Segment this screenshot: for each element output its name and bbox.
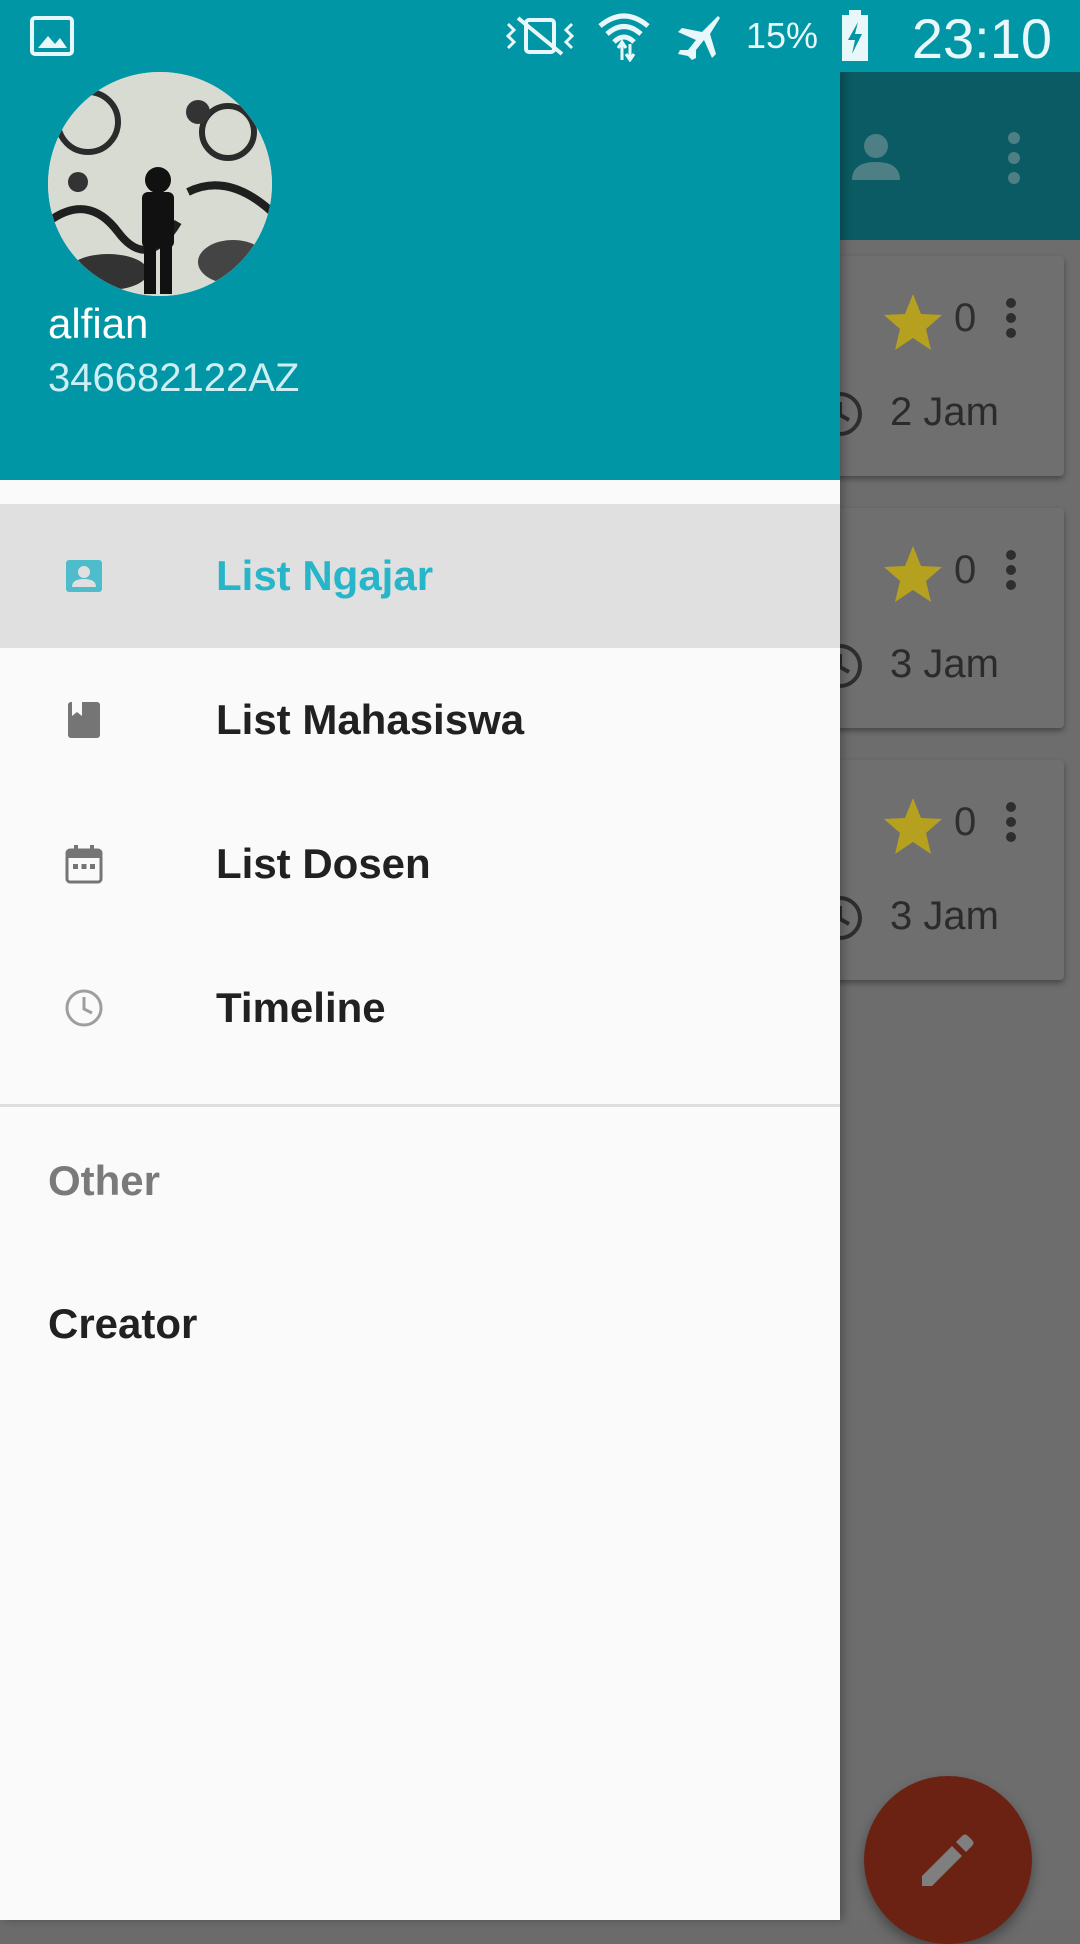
wifi-icon — [598, 13, 650, 62]
menu-item-label: Timeline — [216, 984, 386, 1031]
star-icon[interactable] — [882, 544, 944, 604]
avatar[interactable] — [48, 72, 272, 296]
post-card[interactable]: 0 2 Jam — [818, 256, 1064, 476]
calendar-icon — [65, 845, 103, 884]
person-icon[interactable] — [850, 130, 902, 182]
post-card[interactable]: 0 3 Jam — [818, 760, 1064, 980]
battery-charging-icon — [842, 10, 868, 61]
edit-pencil-icon — [922, 1834, 974, 1886]
card-menu-icon[interactable] — [1004, 802, 1018, 842]
user-name: alfian — [48, 300, 149, 347]
duration-text: 3 Jam — [890, 642, 999, 686]
drawer-header: alfian 346682122AZ — [0, 0, 840, 480]
vibrate-mute-icon — [505, 16, 575, 56]
airplane-icon — [677, 16, 720, 60]
status-bar: 15% 23:10 — [0, 0, 1080, 72]
section-title-other: Other — [48, 1157, 161, 1204]
star-icon[interactable] — [882, 292, 944, 352]
book-icon — [68, 702, 100, 738]
gallery-icon — [30, 16, 74, 56]
card-menu-icon[interactable] — [1004, 298, 1018, 338]
menu-item-label: List Dosen — [216, 840, 431, 887]
post-card[interactable]: 0 3 Jam — [818, 508, 1064, 728]
menu-item-label: List Ngajar — [216, 552, 434, 599]
menu-item-timeline[interactable]: Timeline — [0, 936, 840, 1080]
card-menu-icon[interactable] — [1004, 550, 1018, 590]
menu-item-label: List Mahasiswa — [216, 696, 525, 743]
like-count: 0 — [954, 296, 977, 340]
more-options-icon[interactable] — [1004, 132, 1024, 184]
menu-item-list-ngajar[interactable]: List Ngajar — [0, 504, 840, 648]
contact-card-icon — [66, 560, 102, 592]
navigation-drawer: alfian 346682122AZ List Ngajar List Maha… — [0, 0, 840, 1920]
divider — [0, 1104, 840, 1107]
like-count: 0 — [954, 548, 977, 592]
menu-item-list-dosen[interactable]: List Dosen — [0, 792, 840, 936]
menu-item-list-mahasiswa[interactable]: List Mahasiswa — [0, 648, 840, 792]
compose-fab[interactable] — [864, 1776, 1032, 1944]
duration-text: 2 Jam — [890, 390, 999, 434]
star-icon[interactable] — [882, 796, 944, 856]
battery-percentage: 15% — [745, 15, 818, 56]
status-clock: 23:10 — [911, 7, 1052, 70]
duration-text: 3 Jam — [890, 894, 999, 938]
menu-item-creator[interactable]: Creator — [48, 1300, 197, 1348]
avatar-photo — [48, 72, 272, 296]
like-count: 0 — [954, 800, 977, 844]
user-id: 346682122AZ — [48, 356, 300, 400]
status-icons: 15% — [504, 10, 870, 62]
drawer-menu: List Ngajar List Mahasiswa List Dosen Ti… — [0, 504, 840, 1080]
clock-icon — [65, 989, 103, 1027]
